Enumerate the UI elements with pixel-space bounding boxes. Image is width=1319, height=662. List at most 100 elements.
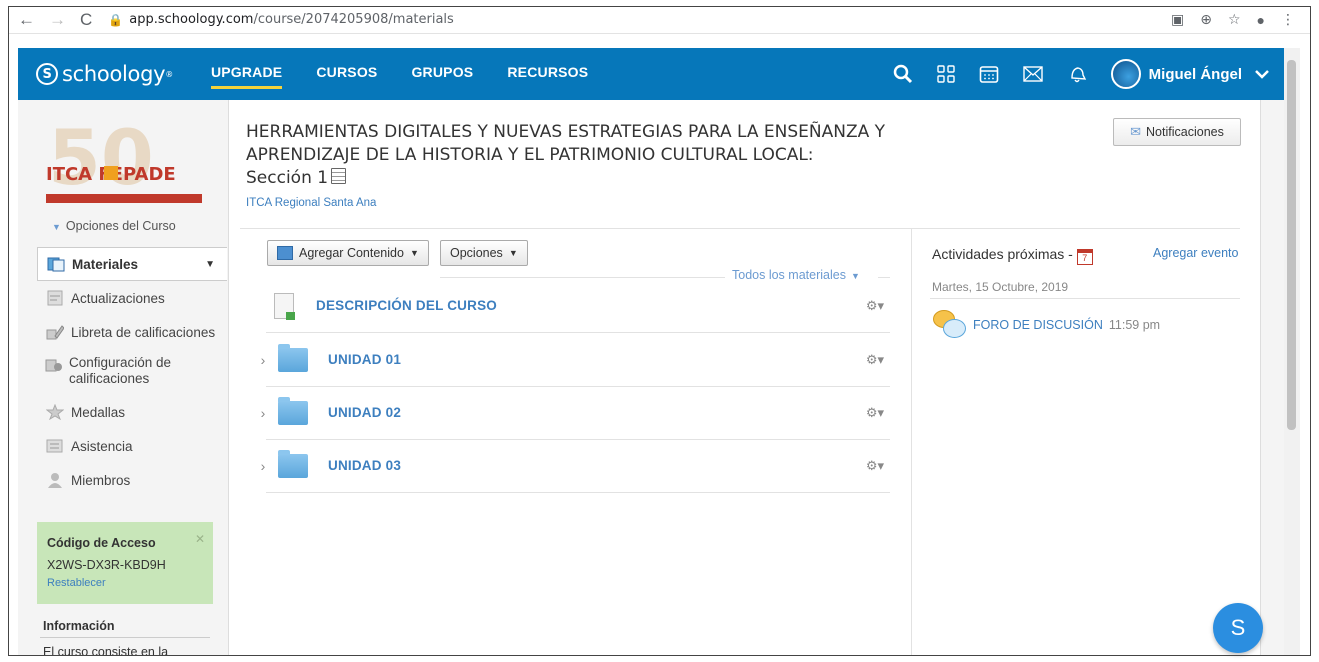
sidebar-item-miembros[interactable]: Miembros (37, 463, 227, 497)
forward-arrow-icon[interactable]: → (49, 10, 66, 30)
sidebar-item-libreta[interactable]: Libreta de calificaciones (37, 315, 227, 349)
translate-icon[interactable]: ▣ (1171, 11, 1184, 28)
material-title-link[interactable]: UNIDAD 03 (328, 458, 401, 473)
material-title-link[interactable]: UNIDAD 01 (328, 352, 401, 367)
event-date: Martes, 15 Octubre, 2019 (932, 280, 1069, 294)
notifications-button[interactable]: ✉ Notificaciones (1113, 118, 1241, 146)
triangle-down-icon: ▼ (52, 222, 61, 232)
course-logo: 50 ITCA FEPADE (46, 122, 202, 203)
gradebook-icon (45, 323, 65, 341)
search-icon[interactable] (893, 64, 913, 84)
date-divider (930, 298, 1240, 299)
gear-icon[interactable]: ⚙▾ (866, 352, 884, 368)
url-host: app.schoology.com (129, 12, 254, 27)
reload-icon[interactable]: C (80, 10, 92, 30)
add-content-button[interactable]: Agregar Contenido ▼ (267, 240, 429, 266)
grade-settings-icon (45, 355, 63, 373)
caret-down-icon: ▼ (205, 258, 215, 270)
sidebar-item-label: Libreta de calificaciones (71, 324, 216, 340)
upcoming-title-text: Actividades próximas - (932, 246, 1073, 262)
logo-text: schoology (62, 62, 166, 86)
sidebar-item-medallas[interactable]: Medallas (37, 395, 227, 429)
user-menu[interactable]: Miguel Ángel (1110, 59, 1270, 89)
sidebar-item-configuracion[interactable]: Configuración de calificaciones (37, 349, 227, 395)
nav-cursos[interactable]: CURSOS (316, 64, 377, 84)
event-time: 11:59 pm (1108, 318, 1161, 332)
nav-grupos[interactable]: GRUPOS (411, 64, 473, 84)
mail-icon[interactable] (1022, 66, 1043, 82)
course-menu: Materiales ▼ Actualizaciones Libreta de … (37, 247, 227, 497)
sidebar-item-label: Configuración de calificaciones (69, 355, 172, 386)
info-divider (40, 637, 210, 638)
book-icon[interactable] (331, 168, 347, 184)
calendar-icon[interactable]: 7 (1076, 249, 1093, 265)
document-icon (274, 292, 295, 320)
material-title-link[interactable]: DESCRIPCIÓN DEL CURSO (316, 298, 497, 313)
star-icon[interactable]: ☆ (1228, 11, 1241, 28)
notifications-label: Notificaciones (1146, 125, 1224, 139)
event-link[interactable]: FORO DE DISCUSIÓN (973, 318, 1103, 332)
triangle-down-icon: ▼ (409, 248, 419, 258)
chevron-right-icon[interactable]: › (254, 405, 272, 421)
gear-icon[interactable]: ⚙▾ (866, 458, 884, 474)
schoology-logo[interactable]: S schoology ® (36, 62, 173, 86)
sidebar-item-materiales[interactable]: Materiales ▼ (37, 247, 227, 281)
reset-access-code-link[interactable]: Restablecer (47, 577, 203, 589)
material-row[interactable]: › UNIDAD 01 ⚙▾ (261, 333, 890, 387)
profile-icon[interactable]: ● (1257, 12, 1265, 28)
add-event-link[interactable]: Agregar evento (1153, 246, 1238, 260)
url-path: /course/2074205908/materials (253, 12, 454, 27)
lock-icon: 🔒 (108, 12, 124, 27)
envelope-icon: ✉ (1130, 124, 1142, 139)
apps-grid-icon[interactable] (936, 65, 955, 83)
updates-icon (45, 289, 65, 307)
add-content-label: Agregar Contenido (299, 246, 404, 260)
kebab-menu-icon[interactable]: ⋮ (1281, 11, 1295, 28)
browser-toolbar: ← → C 🔒 app.schoology.com/course/2074205… (8, 6, 1311, 34)
gear-icon[interactable]: ⚙▾ (866, 405, 884, 421)
sidebar-item-actualizaciones[interactable]: Actualizaciones (37, 281, 227, 315)
chevron-right-icon[interactable]: › (254, 458, 272, 474)
access-code-box: Código de Acceso X2WS-DX3R-KBD9H Restabl… (37, 522, 213, 604)
material-row[interactable]: DESCRIPCIÓN DEL CURSO ⚙▾ (266, 279, 890, 333)
avatar (1110, 59, 1141, 89)
back-arrow-icon[interactable]: ← (18, 10, 35, 30)
nav-upgrade[interactable]: UPGRADE (210, 64, 283, 89)
info-text: El curso consiste en la (43, 645, 169, 656)
chat-button[interactable]: S (1213, 603, 1263, 653)
calendar-icon[interactable] (979, 64, 999, 84)
upcoming-title: Actividades próximas - 7 (932, 246, 1093, 265)
page-title: HERRAMIENTAS DIGITALES Y NUEVAS ESTRATEG… (246, 121, 926, 190)
options-button[interactable]: Opciones ▼ (440, 240, 528, 266)
organization-link[interactable]: ITCA Regional Santa Ana (246, 197, 376, 209)
bell-icon[interactable] (1067, 64, 1087, 84)
address-bar[interactable]: app.schoology.com/course/2074205908/mate… (129, 12, 454, 27)
gear-icon[interactable]: ⚙▾ (866, 298, 884, 314)
course-section: Sección 1 (246, 168, 329, 188)
chevron-right-icon[interactable]: › (254, 352, 272, 368)
sidebar-item-label: Asistencia (71, 438, 133, 454)
sidebar-item-asistencia[interactable]: Asistencia (37, 429, 227, 463)
sidebar-item-label: Actualizaciones (71, 290, 165, 306)
zoom-icon[interactable]: ⊕ (1200, 11, 1212, 28)
course-title-text: HERRAMIENTAS DIGITALES Y NUEVAS ESTRATEG… (246, 122, 886, 165)
schoology-header: S schoology ® UPGRADE CURSOS GRUPOS RECUR… (18, 48, 1284, 100)
schoology-s-icon: S (36, 63, 58, 85)
material-row[interactable]: › UNIDAD 03 ⚙▾ (261, 439, 890, 493)
scrollbar[interactable] (1284, 48, 1300, 655)
nav-recursos[interactable]: RECURSOS (507, 64, 588, 84)
info-title: Información (43, 619, 115, 633)
folder-icon (278, 449, 308, 478)
sidebar-item-label: Medallas (71, 404, 126, 420)
close-icon[interactable]: ✕ (195, 532, 205, 546)
material-title-link[interactable]: UNIDAD 02 (328, 405, 401, 420)
column-divider (911, 228, 912, 656)
scrollbar-thumb[interactable] (1287, 60, 1296, 430)
upcoming-event: FORO DE DISCUSIÓN 11:59 pm (933, 310, 1160, 340)
options-label: Opciones (450, 246, 503, 260)
user-name: Miguel Ángel (1148, 65, 1242, 83)
material-row[interactable]: › UNIDAD 02 ⚙▾ (261, 386, 890, 440)
sidebar-item-label: Materiales (72, 256, 139, 272)
course-options-toggle[interactable]: ▼ Opciones del Curso (52, 219, 176, 233)
filter-divider-left (440, 277, 725, 278)
